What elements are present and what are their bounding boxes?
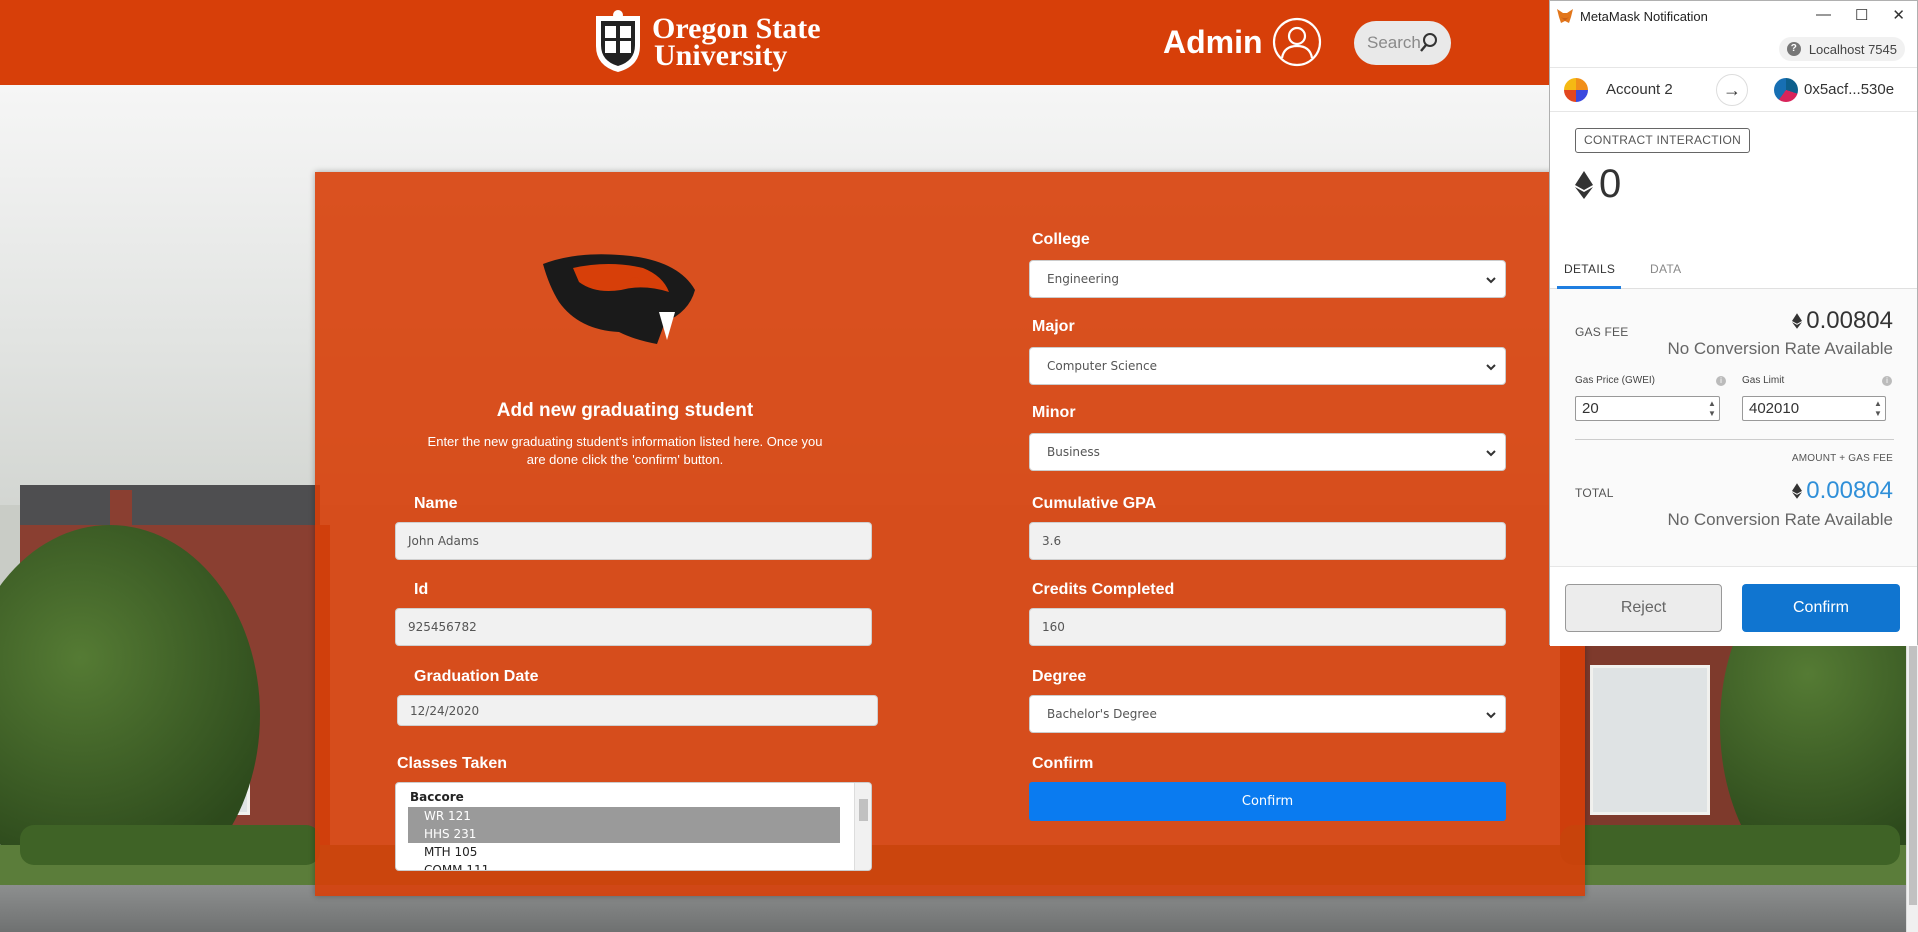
college-select[interactable]: Engineering xyxy=(1029,260,1506,298)
stepper-icon[interactable]: ▲ ▼ xyxy=(1873,399,1883,419)
gas-fee-conversion: No Conversion Rate Available xyxy=(1667,339,1893,358)
chevron-down-icon xyxy=(1486,450,1496,457)
tab-details[interactable]: DETAILS xyxy=(1564,262,1615,276)
total-amount: 0.00804 xyxy=(1792,477,1893,505)
college-label: College xyxy=(1032,231,1090,248)
gas-fee-label: GAS FEE xyxy=(1575,325,1629,339)
beaver-logo-icon xyxy=(543,254,695,344)
admin-label[interactable]: Admin xyxy=(1163,24,1263,61)
gas-fee-amount: 0.00804 xyxy=(1792,307,1893,335)
form-description: Enter the new graduating student's infor… xyxy=(427,434,823,467)
minor-select[interactable]: Business xyxy=(1029,433,1506,471)
gas-price-label: Gas Price (GWEI) xyxy=(1575,375,1656,386)
search-placeholder: Search xyxy=(1367,33,1421,52)
search-input[interactable]: Search xyxy=(1354,21,1451,65)
to-address: 0x5acf...530e xyxy=(1804,81,1895,98)
network-name: Localhost 7545 xyxy=(1808,41,1897,57)
gas-limit-value: 402010 xyxy=(1749,400,1800,417)
gas-limit-label: Gas Limit xyxy=(1742,375,1785,386)
eth-icon xyxy=(1575,170,1593,199)
osu-logo[interactable]: Oregon State University xyxy=(592,10,821,74)
metamask-notification-window: MetaMask Notification — ☐ ✕ ? Localhost … xyxy=(1549,0,1918,646)
graduation-date-field[interactable]: 12/24/2020 xyxy=(397,695,878,726)
gpa-field[interactable]: 3.6 xyxy=(1029,522,1506,560)
tab-data[interactable]: DATA xyxy=(1650,262,1681,276)
degree-value: Bachelor's Degree xyxy=(1047,707,1157,721)
major-label: Major xyxy=(1032,318,1075,335)
divider xyxy=(1575,439,1894,440)
metamask-window-title: MetaMask Notification xyxy=(1580,8,1708,24)
form-title: Add new graduating student xyxy=(496,400,754,421)
gpa-label: Cumulative GPA xyxy=(1032,495,1157,512)
major-select[interactable]: Computer Science xyxy=(1029,347,1506,385)
metamask-fox-icon xyxy=(1557,9,1573,23)
close-icon[interactable]: ✕ xyxy=(1892,6,1905,24)
network-help-icon: ? xyxy=(1786,42,1801,56)
metamask-confirm-button[interactable]: Confirm xyxy=(1742,584,1900,632)
window-controls: — ☐ ✕ xyxy=(1816,6,1905,24)
class-option[interactable]: WR 121 xyxy=(408,807,840,825)
gas-price-value: 20 xyxy=(1582,400,1599,417)
stepper-icon[interactable]: ▲ ▼ xyxy=(1707,399,1717,419)
name-label: Name xyxy=(414,495,458,512)
metamask-tabs: DETAILS DATA xyxy=(1550,251,1917,289)
class-option[interactable]: MTH 105 xyxy=(408,843,840,861)
total-label: TOTAL xyxy=(1575,486,1614,500)
major-value: Computer Science xyxy=(1047,359,1157,373)
chevron-down-icon xyxy=(1486,277,1496,284)
amount-value: 0 xyxy=(1599,162,1622,206)
from-account-avatar xyxy=(1564,78,1588,102)
college-value: Engineering xyxy=(1047,272,1119,286)
total-value: 0.00804 xyxy=(1806,477,1893,504)
classes-multiselect[interactable]: Baccore WR 121 HHS 231 MTH 105 COMM 111 xyxy=(395,782,872,871)
add-student-card: Add new graduating student Enter the new… xyxy=(315,172,1585,896)
amount-gas-label: AMOUNT + GAS FEE xyxy=(1791,453,1893,464)
contract-interaction-chip: CONTRACT INTERACTION xyxy=(1575,128,1751,153)
eth-icon xyxy=(1792,313,1803,329)
gas-price-input[interactable]: 20 ▲ ▼ xyxy=(1575,396,1720,421)
chevron-down-icon xyxy=(1486,364,1496,371)
degree-label: Degree xyxy=(1032,668,1087,685)
transaction-amount: 0 xyxy=(1575,162,1621,207)
arrow-right-icon: → xyxy=(1716,74,1748,106)
confirm-button[interactable]: Confirm xyxy=(1029,782,1506,821)
minor-value: Business xyxy=(1047,445,1100,459)
degree-select[interactable]: Bachelor's Degree xyxy=(1029,695,1506,733)
minor-label: Minor xyxy=(1032,404,1076,421)
classes-taken-label: Classes Taken xyxy=(397,755,507,772)
metamask-footer: Reject Confirm xyxy=(1550,566,1917,646)
search-icon[interactable] xyxy=(1419,32,1439,54)
class-option[interactable]: COMM 111 xyxy=(408,861,840,870)
info-icon[interactable]: i xyxy=(1716,376,1726,386)
info-icon[interactable]: i xyxy=(1882,376,1892,386)
total-conversion: No Conversion Rate Available xyxy=(1667,510,1893,529)
user-profile-icon[interactable] xyxy=(1272,17,1322,67)
gas-limit-input[interactable]: 402010 ▲ ▼ xyxy=(1742,396,1886,421)
credits-label: Credits Completed xyxy=(1032,581,1175,598)
class-option[interactable]: HHS 231 xyxy=(408,825,840,843)
id-field[interactable]: 925456782 xyxy=(395,608,872,646)
chevron-down-icon xyxy=(1486,712,1496,719)
network-indicator[interactable]: ? Localhost 7545 xyxy=(1778,37,1905,61)
name-field[interactable]: John Adams xyxy=(395,522,872,560)
classes-scrollbar[interactable] xyxy=(854,783,871,870)
graduation-date-label: Graduation Date xyxy=(414,668,539,685)
gas-fee-value: 0.00804 xyxy=(1806,307,1893,334)
to-account-avatar xyxy=(1774,78,1798,102)
reject-button[interactable]: Reject xyxy=(1565,584,1722,632)
osu-seal-icon xyxy=(596,10,640,72)
confirm-section-label: Confirm xyxy=(1032,755,1094,772)
account-row: Account 2 → 0x5acf...530e xyxy=(1550,67,1917,112)
credits-field[interactable]: 160 xyxy=(1029,608,1506,646)
osu-wordmark: Oregon State University xyxy=(652,12,821,72)
eth-icon xyxy=(1792,483,1803,499)
id-label: Id xyxy=(414,581,429,598)
minimize-icon[interactable]: — xyxy=(1816,6,1831,24)
logo-line-1: Oregon State xyxy=(652,12,821,45)
active-tab-indicator xyxy=(1557,286,1621,289)
maximize-icon[interactable]: ☐ xyxy=(1855,6,1868,24)
logo-line-2: University xyxy=(654,39,788,72)
from-account-name: Account 2 xyxy=(1606,81,1673,98)
classes-group-label: Baccore xyxy=(410,790,464,804)
